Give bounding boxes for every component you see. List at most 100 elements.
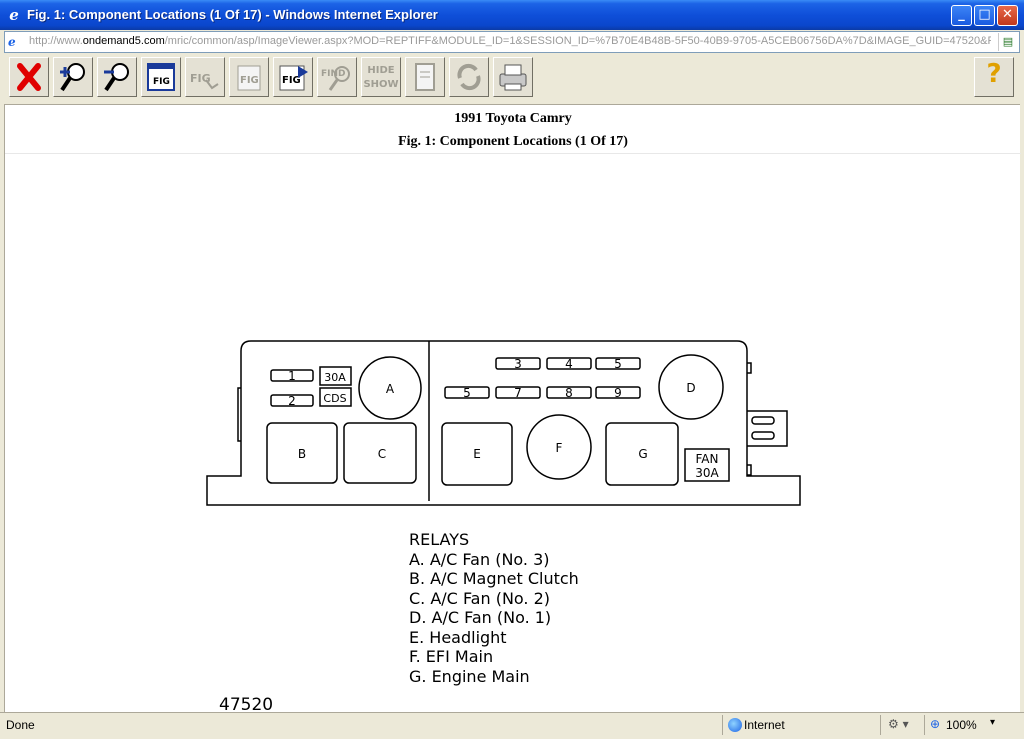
close-button[interactable]: ✕ (997, 5, 1018, 26)
page-icon: e (8, 35, 16, 49)
zoom-in-icon (60, 63, 85, 92)
fuse-cds-label: CDS (323, 392, 346, 405)
legend-item: D. A/C Fan (No. 1) (409, 608, 551, 627)
fuse-7: 7 (495, 386, 541, 400)
protected-mode-icon[interactable]: ⚙ ▾ (888, 717, 909, 731)
zoom-out-icon (104, 63, 129, 92)
legend-title: RELAYS (409, 530, 469, 549)
fuse-3-label: 3 (514, 357, 522, 371)
find-button[interactable]: FIND (317, 57, 357, 97)
find-icon: FIND (321, 66, 350, 91)
fuse-8: 8 (546, 386, 592, 400)
fuse-5-bottom-label: 5 (463, 386, 471, 400)
maximize-button[interactable]: □ (974, 5, 995, 26)
relay-b-label: B (298, 447, 306, 461)
zoom-in-button[interactable] (53, 57, 93, 97)
relay-b: B (266, 422, 338, 484)
fuse-9: 9 (595, 386, 641, 400)
relay-c-label: C (378, 447, 386, 461)
compatibility-icon[interactable]: ▤ (998, 33, 1017, 51)
relay-c: C (343, 422, 417, 484)
figure-id: 47520 (219, 695, 273, 713)
status-divider (722, 715, 723, 735)
url-prefix: http://www. (29, 35, 83, 47)
window-title: Fig. 1: Component Locations (1 Of 17) - … (27, 7, 438, 22)
zoom-out-button[interactable] (97, 57, 137, 97)
svg-text:FIND: FIND (321, 69, 346, 79)
status-bar: Done Internet ⚙ ▾ ⊕ 100% ▾ (0, 712, 1024, 739)
relay-a-label: A (386, 382, 395, 396)
relay-g: G (605, 422, 679, 486)
security-zone[interactable]: Internet (744, 718, 785, 732)
fan-fuse: FAN 30A (684, 448, 730, 482)
fig-hand-button[interactable]: FIG (185, 57, 225, 97)
figure-heading: Fig. 1: Component Locations (1 Of 17) (398, 134, 628, 149)
fan-fuse-rating: 30A (695, 466, 719, 480)
minimize-button[interactable]: _ (951, 5, 972, 26)
next-fig-button[interactable]: FIG (273, 57, 313, 97)
relay-a: A (358, 356, 422, 420)
help-button[interactable]: ? (974, 57, 1014, 97)
url-path: /mric/common/asp/ImageViewer.aspx?MOD=RE… (164, 35, 991, 47)
hide-show-button[interactable]: HIDE SHOW (361, 57, 401, 97)
status-divider (924, 715, 925, 735)
fuse-5-top-label: 5 (614, 357, 622, 371)
viewer-toolbar: FIG FIG FIG FIG FIND HIDE SHOW ? (4, 54, 1020, 105)
fuse-1-label: 1 (288, 369, 296, 383)
zoom-level[interactable]: 100% (946, 718, 977, 732)
relay-legend: RELAYS A. A/C Fan (No. 3) B. A/C Magnet … (409, 530, 579, 686)
fuse-7-label: 7 (514, 386, 522, 400)
relay-d-label: D (686, 381, 695, 395)
show-label: SHOW (363, 79, 399, 90)
legend-item: A. A/C Fan (No. 3) (409, 550, 550, 569)
status-text: Done (6, 718, 35, 732)
fig-hand-icon: FIG (190, 72, 219, 90)
status-divider (880, 715, 881, 735)
fig-window-icon: FIG (147, 63, 175, 91)
printer-icon (499, 64, 527, 91)
address-bar[interactable]: e http://www.ondemand5.com/mric/common/a… (4, 31, 1020, 53)
zoom-icon: ⊕ (930, 717, 941, 731)
fuse-8-label: 8 (565, 386, 573, 400)
refresh-icon (457, 63, 481, 91)
close-viewer-button[interactable] (9, 57, 49, 97)
refresh-button[interactable] (449, 57, 489, 97)
fuse-30a-label: 30A (324, 371, 346, 384)
relay-d: D (658, 354, 724, 420)
relay-g-label: G (638, 447, 647, 461)
relay-e-label: E (473, 447, 481, 461)
fuse-5-bottom: 5 (444, 386, 490, 400)
legend-item: E. Headlight (409, 628, 507, 647)
svg-text:FIG: FIG (153, 77, 170, 87)
relay-e: E (441, 422, 513, 486)
fuse-1: 1 (270, 369, 314, 383)
fuse-2-label: 2 (288, 394, 296, 408)
relay-f: F (526, 414, 592, 480)
component-diagram: 1 2 30A CDS A B C D E F G 3 4 5 5 7 8 9 … (206, 340, 801, 713)
fuse-3: 3 (495, 357, 541, 371)
browser-window: e Fig. 1: Component Locations (1 Of 17) … (0, 0, 1024, 739)
fuse-5-top: 5 (595, 357, 641, 371)
fuse-4-label: 4 (565, 357, 573, 371)
print-button[interactable] (493, 57, 533, 97)
rotate-button[interactable] (405, 57, 445, 97)
fuse-30a: 30A (319, 366, 352, 386)
fuse-9-label: 9 (614, 386, 622, 400)
ie-logo-icon: e (9, 6, 19, 24)
document-rotate-icon (415, 63, 435, 91)
fan-fuse-label: FAN (696, 452, 719, 466)
page-content: 1991 Toyota Camry Fig. 1: Component Loca… (4, 105, 1021, 713)
fuse-2: 2 (270, 394, 314, 408)
legend-item: F. EFI Main (409, 647, 493, 666)
legend-item: C. A/C Fan (No. 2) (409, 589, 550, 608)
address-url[interactable]: http://www.ondemand5.com/mric/common/asp… (29, 35, 991, 47)
red-x-icon (17, 63, 41, 91)
fuse-cds: CDS (319, 387, 352, 407)
previous-fig-button[interactable]: FIG (229, 57, 269, 97)
right-connector (747, 362, 788, 476)
legend-item: G. Engine Main (409, 667, 530, 686)
help-icon: ? (986, 59, 1002, 89)
zoom-dropdown-icon[interactable]: ▾ (990, 717, 995, 728)
fig-window-button[interactable]: FIG (141, 57, 181, 97)
title-bar[interactable]: e Fig. 1: Component Locations (1 Of 17) … (0, 0, 1024, 30)
